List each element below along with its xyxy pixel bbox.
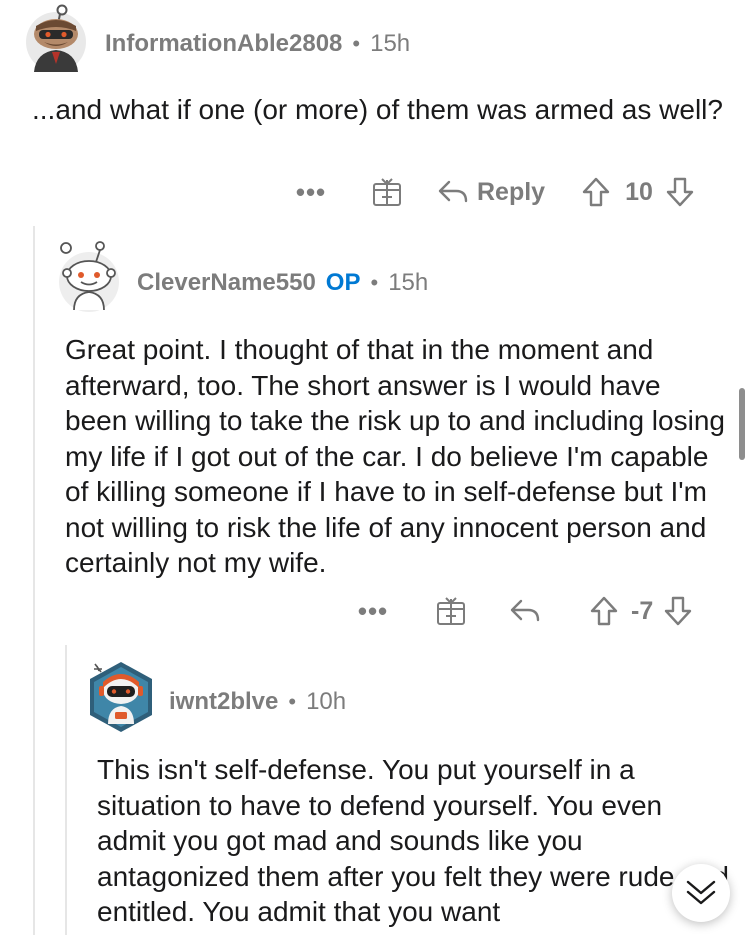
award-button[interactable]	[435, 595, 467, 627]
reply-arrow-icon	[438, 180, 468, 203]
chevron-double-down-icon	[686, 880, 716, 905]
username[interactable]: CleverName550	[137, 269, 316, 297]
username[interactable]: iwnt2blve	[169, 688, 278, 716]
comment-actions: ••• Reply 10	[293, 172, 695, 212]
separator-dot: •	[370, 270, 379, 295]
comment-header: InformationAble2808 • 15h	[105, 28, 410, 60]
more-options-icon[interactable]: •••	[355, 596, 391, 627]
snoo-avatar-icon	[59, 241, 119, 312]
downvote-arrow-icon	[666, 177, 694, 207]
separator-dot: •	[288, 689, 297, 714]
comment-body: ...and what if one (or more) of them was…	[32, 94, 723, 125]
downvote-button[interactable]	[665, 176, 695, 208]
avatar-iwnt2blve[interactable]	[84, 658, 158, 736]
username[interactable]: InformationAble2808	[105, 30, 342, 58]
separator-dot: •	[352, 31, 361, 56]
downvote-button[interactable]	[663, 595, 693, 627]
upvote-arrow-icon	[590, 596, 618, 626]
upvote-button[interactable]	[581, 176, 611, 208]
vote-score: -7	[631, 596, 654, 625]
avatar-clevername550[interactable]	[56, 240, 122, 314]
comment-actions: ••• -7	[355, 591, 693, 631]
more-options-icon[interactable]: •••	[293, 177, 329, 208]
thread-line[interactable]	[65, 645, 67, 935]
comment-age: 15h	[388, 269, 429, 296]
comment-age: 10h	[306, 688, 347, 715]
snoo-avatar-icon	[26, 4, 86, 72]
award-gift-icon	[437, 597, 465, 625]
award-gift-icon	[373, 178, 401, 206]
comment-header: CleverName550 OP • 15h	[137, 267, 428, 299]
robot-avatar-icon	[90, 662, 152, 732]
comment-age: 15h	[370, 30, 411, 57]
upvote-arrow-icon	[582, 177, 610, 207]
reply-label: Reply	[477, 177, 546, 206]
thread-line[interactable]	[33, 226, 35, 935]
reply-button[interactable]: Reply	[437, 178, 545, 207]
upvote-button[interactable]	[589, 595, 619, 627]
scrollbar-thumb[interactable]	[739, 388, 745, 460]
avatar-informationable2808[interactable]	[24, 4, 88, 74]
award-button[interactable]	[371, 176, 403, 208]
op-badge: OP	[325, 269, 361, 296]
vote-score: 10	[625, 177, 653, 206]
comment-body: Great point. I thought of that in the mo…	[65, 334, 725, 578]
reply-arrow-icon	[510, 599, 540, 622]
comment-body: This isn't self-defense. You put yoursel…	[97, 754, 729, 927]
reply-button[interactable]	[509, 598, 541, 624]
comment-header: iwnt2blve • 10h	[169, 686, 346, 718]
collapse-button[interactable]	[672, 864, 730, 922]
downvote-arrow-icon	[665, 596, 692, 626]
